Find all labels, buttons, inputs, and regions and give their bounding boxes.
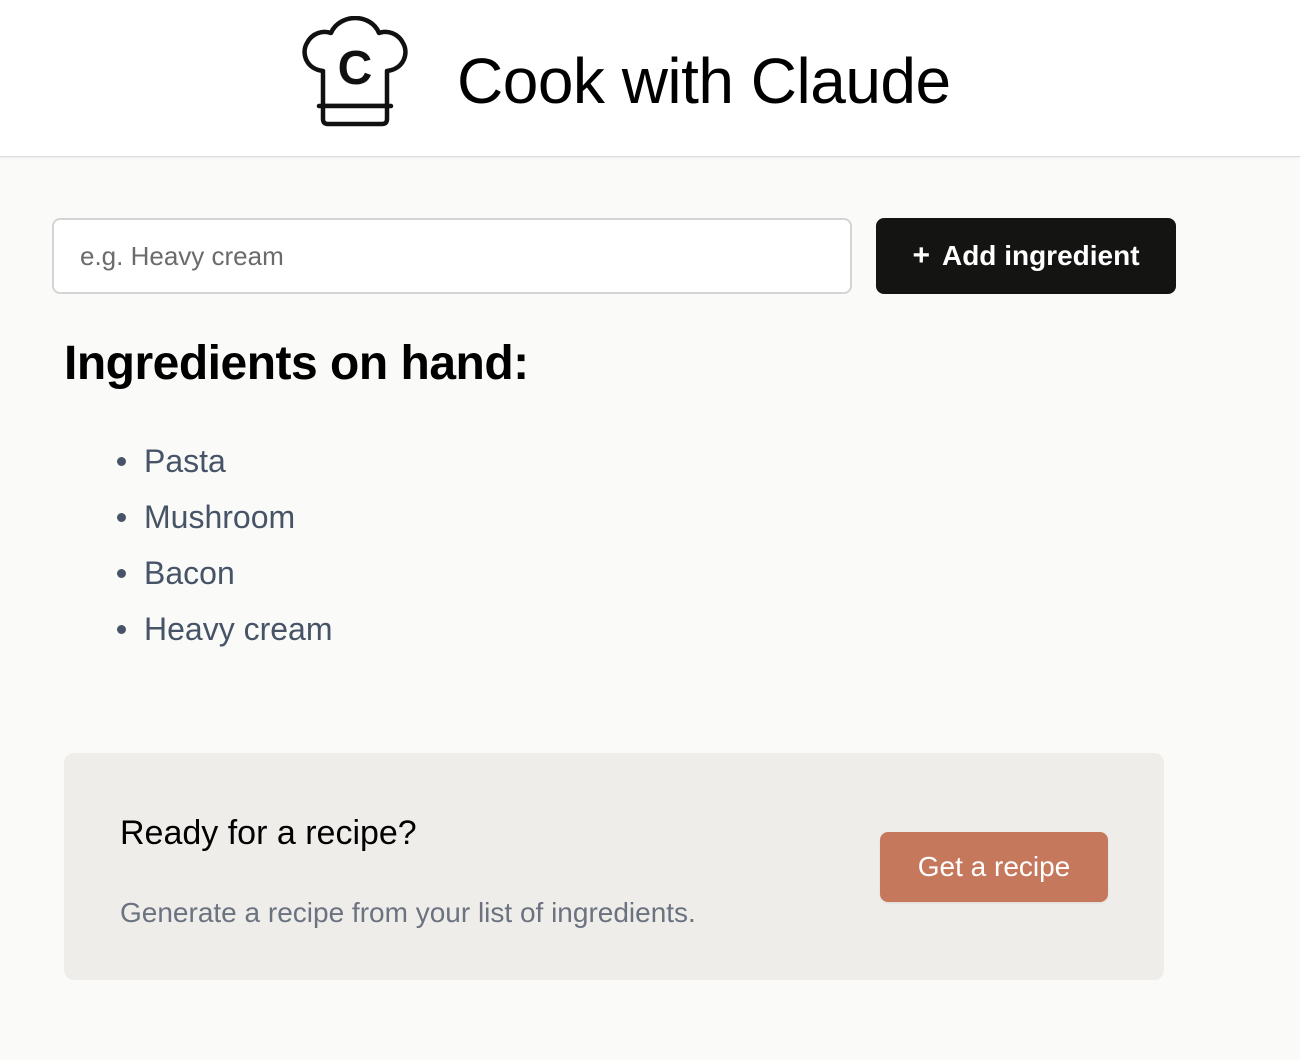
add-ingredient-label: Add ingredient (941, 240, 1140, 271)
app-header: C Cook with Claude (0, 0, 1300, 157)
card-title: Ready for a recipe? (120, 814, 417, 852)
list-item: Bacon (110, 548, 333, 604)
list-item: Heavy cream (110, 604, 333, 660)
ingredients-heading: Ingredients on hand: (64, 337, 529, 390)
ingredient-input[interactable] (52, 218, 852, 294)
logo-letter: C (338, 42, 373, 95)
chef-hat-icon: C (302, 16, 408, 127)
add-ingredient-button[interactable]: + Add ingredient (876, 218, 1176, 294)
card-description: Generate a recipe from your list of ingr… (120, 897, 696, 928)
list-item: Mushroom (110, 492, 333, 548)
get-recipe-button[interactable]: Get a recipe (880, 832, 1108, 902)
app-title: Cook with Claude (457, 45, 951, 117)
list-item: Pasta (110, 436, 333, 492)
get-recipe-card: Ready for a recipe? Generate a recipe fr… (64, 753, 1164, 980)
plus-icon: + (912, 239, 930, 272)
ingredients-list: Pasta Mushroom Bacon Heavy cream (110, 436, 333, 660)
